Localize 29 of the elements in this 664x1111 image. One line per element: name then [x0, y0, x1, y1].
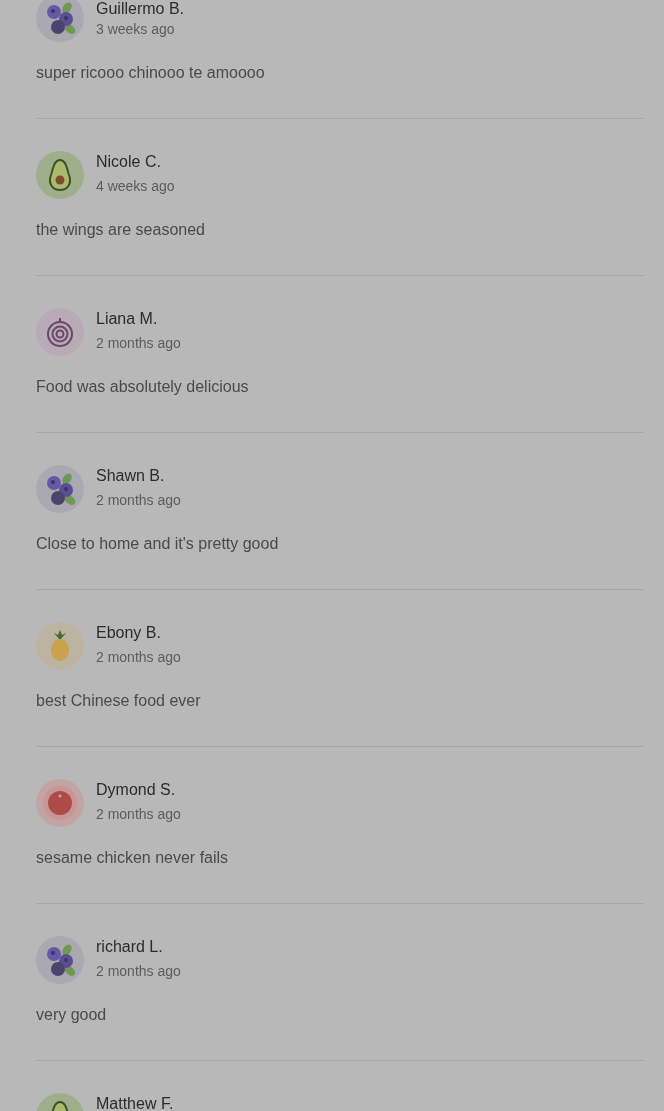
reviewer-name: richard L. — [96, 938, 163, 956]
review-time: 2 months ago — [96, 806, 181, 822]
avocado-icon — [36, 151, 84, 199]
review-text: the wings are seasoned — [36, 220, 206, 240]
review-time: 2 months ago — [96, 963, 181, 979]
review-time: 4 weeks ago — [96, 178, 175, 194]
onion-icon — [36, 308, 84, 356]
review-time: 3 weeks ago — [96, 21, 175, 37]
pineapple-icon — [36, 622, 84, 670]
review-text: very good — [36, 1005, 108, 1025]
review-text: best Chinese food ever — [36, 691, 202, 711]
review-time: 2 months ago — [96, 492, 181, 508]
reviewer-name: Ebony B. — [96, 624, 161, 642]
reviewer-name: Nicole C. — [96, 153, 161, 171]
blueberry-icon — [36, 0, 84, 42]
review-text: Food was absolutely delicious — [36, 377, 250, 397]
reviewer-name: Guillermo B. — [96, 0, 185, 18]
review-text: sesame chicken never fails — [36, 848, 230, 868]
review-time: 2 months ago — [96, 649, 181, 665]
review-text: super ricooo chinooo te amoooo — [36, 63, 266, 83]
review-text: Close to home and it's pretty good — [36, 534, 280, 554]
reviewer-name: Liana M. — [96, 310, 158, 328]
blueberry-icon — [36, 936, 84, 984]
blueberry-icon — [36, 465, 84, 513]
review-time: 2 months ago — [96, 335, 181, 351]
tomato-icon — [36, 779, 84, 827]
reviewer-name: Shawn B. — [96, 467, 165, 485]
reviewer-name: Dymond S. — [96, 781, 176, 799]
reviewer-name: Matthew F. — [96, 1095, 174, 1111]
